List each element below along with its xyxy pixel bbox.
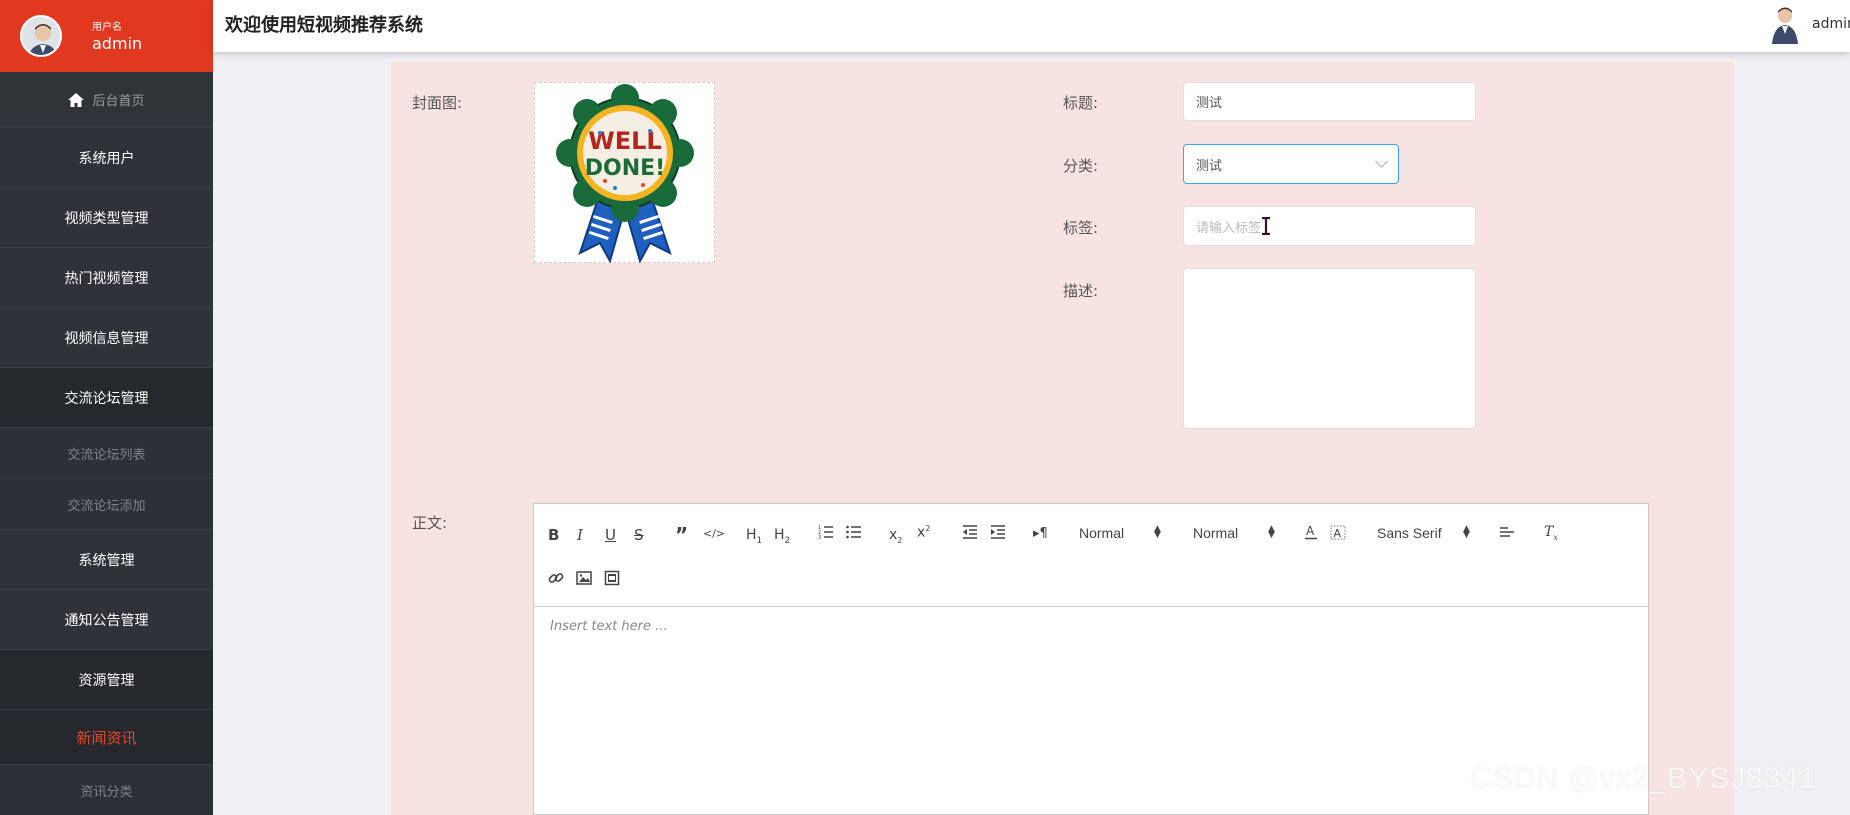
tags-label: 标签: xyxy=(1063,219,1099,237)
user-avatar xyxy=(20,15,62,57)
image-icon[interactable] xyxy=(576,570,592,590)
home-icon xyxy=(68,92,85,107)
page-title: 欢迎使用短视频推荐系统 xyxy=(225,15,423,36)
video-icon[interactable] xyxy=(604,570,620,590)
blockquote-icon[interactable]: ” xyxy=(675,523,688,547)
text-color-icon[interactable]: A xyxy=(1304,524,1318,544)
watermark-text: CSDN @vx2_BYSJ8341 xyxy=(1470,762,1817,795)
editor-toolbar: B I U S ” </> H1 H2 123 x2 x2 ▸¶ Normal … xyxy=(534,504,1648,607)
sidebar-item-forum[interactable]: 交流论坛管理 xyxy=(0,368,213,428)
sidebar-item-system-users[interactable]: 系统用户 xyxy=(0,128,213,188)
body-label: 正文: xyxy=(412,514,448,532)
superscript-icon[interactable]: x2 xyxy=(917,524,930,541)
sidebar-item-label: 通知公告管理 xyxy=(64,612,149,629)
tags-input[interactable]: 请输入标签 xyxy=(1183,206,1476,246)
top-header: 欢迎使用短视频推荐系统 admin xyxy=(213,0,1850,52)
title-label: 标题: xyxy=(1063,94,1099,112)
category-label: 分类: xyxy=(1063,157,1099,175)
select-arrows-icon: ▲ ▼ xyxy=(1154,524,1161,540)
description-label: 描述: xyxy=(1063,282,1099,300)
sidebar-item-label: 资源管理 xyxy=(78,672,135,689)
sidebar-subitem-news[interactable]: 新闻资讯 xyxy=(0,710,213,765)
sidebar-subitem-forum-list[interactable]: 交流论坛列表 xyxy=(0,428,213,479)
sidebar-item-video-type[interactable]: 视频类型管理 xyxy=(0,188,213,248)
sidebar-item-label: 资讯分类 xyxy=(80,784,133,800)
sidebar-item-system-manage[interactable]: 系统管理 xyxy=(0,530,213,590)
sidebar-item-label: 后台首页 xyxy=(92,94,145,109)
sidebar-subitem-forum-add[interactable]: 交流论坛添加 xyxy=(0,479,213,530)
header-avatar[interactable] xyxy=(1770,2,1800,44)
editor-placeholder[interactable]: Insert text here ... xyxy=(550,619,668,634)
category-select[interactable]: 测试 xyxy=(1183,144,1399,184)
select-arrows-icon: ▲ ▼ xyxy=(1268,524,1275,540)
sidebar-item-label: 视频类型管理 xyxy=(64,210,149,227)
sidebar-item-resource[interactable]: 资源管理 xyxy=(0,650,213,710)
header-username[interactable]: admin xyxy=(1812,16,1850,32)
link-icon[interactable] xyxy=(548,570,564,590)
align-icon[interactable] xyxy=(1499,524,1515,544)
sidebar-item-label: 系统管理 xyxy=(78,552,135,569)
title-input-value: 测试 xyxy=(1196,96,1223,111)
badge-text-done: DONE! xyxy=(584,156,664,181)
chevron-down-icon xyxy=(1375,155,1388,168)
italic-icon[interactable]: I xyxy=(577,526,583,544)
subscript-icon[interactable]: x2 xyxy=(889,527,902,545)
description-textarea[interactable] xyxy=(1183,268,1476,429)
select-arrows-icon: ▲ ▼ xyxy=(1463,524,1470,540)
strike-icon[interactable]: S xyxy=(634,526,644,544)
tags-input-placeholder: 请输入标签 xyxy=(1196,220,1262,236)
user-name: admin xyxy=(92,34,143,53)
font-size-select-2[interactable]: Normal xyxy=(1193,525,1238,541)
bold-icon[interactable]: B xyxy=(548,526,559,544)
sidebar-item-label: 热门视频管理 xyxy=(64,270,149,287)
font-family-select[interactable]: Sans Serif xyxy=(1377,525,1442,541)
sidebar-item-label: 视频信息管理 xyxy=(64,330,149,347)
text-direction-icon[interactable]: ▸¶ xyxy=(1033,526,1048,541)
svg-text:3: 3 xyxy=(818,535,821,540)
cover-upload[interactable]: WELL DONE! xyxy=(534,82,715,263)
user-label: 用户名 xyxy=(92,22,122,33)
cover-label: 封面图: xyxy=(412,94,463,112)
sidebar-item-label: 交流论坛管理 xyxy=(64,390,149,407)
svg-text:A: A xyxy=(1334,527,1342,540)
heading1-icon[interactable]: H1 xyxy=(746,527,762,546)
outdent-icon[interactable] xyxy=(962,524,978,544)
sidebar-item-hot-video[interactable]: 热门视频管理 xyxy=(0,248,213,308)
sidebar: 用户名 admin 后台首页 系统用户 视频类型管理 热门视频管理 视频信息管理… xyxy=(0,0,213,815)
sidebar-item-notice[interactable]: 通知公告管理 xyxy=(0,590,213,650)
text-cursor-icon xyxy=(1262,217,1270,235)
well-done-badge-image: WELL DONE! xyxy=(555,83,694,263)
sidebar-item-label: 系统用户 xyxy=(78,150,135,167)
sidebar-item-label: 交流论坛添加 xyxy=(67,498,146,514)
indent-icon[interactable] xyxy=(990,524,1006,544)
font-size-select-1[interactable]: Normal xyxy=(1079,525,1124,541)
sidebar-subitem-news-category[interactable]: 资讯分类 xyxy=(0,765,213,815)
ordered-list-icon[interactable]: 123 xyxy=(818,524,834,544)
title-input[interactable]: 测试 xyxy=(1183,82,1476,121)
sidebar-item-home[interactable]: 后台首页 xyxy=(0,72,213,128)
clear-format-icon[interactable]: Tx xyxy=(1544,524,1558,542)
sidebar-item-label: 交流论坛列表 xyxy=(67,447,146,463)
sidebar-item-label: 新闻资讯 xyxy=(76,728,137,747)
sidebar-item-video-info[interactable]: 视频信息管理 xyxy=(0,308,213,368)
background-color-icon[interactable]: A xyxy=(1330,524,1346,544)
category-select-value: 测试 xyxy=(1196,158,1223,174)
svg-text:A: A xyxy=(1306,524,1315,538)
underline-icon[interactable]: U xyxy=(605,526,616,544)
code-block-icon[interactable]: </> xyxy=(703,527,725,540)
bullet-list-icon[interactable] xyxy=(846,524,862,544)
user-block: 用户名 admin xyxy=(0,0,213,72)
heading2-icon[interactable]: H2 xyxy=(774,527,790,546)
